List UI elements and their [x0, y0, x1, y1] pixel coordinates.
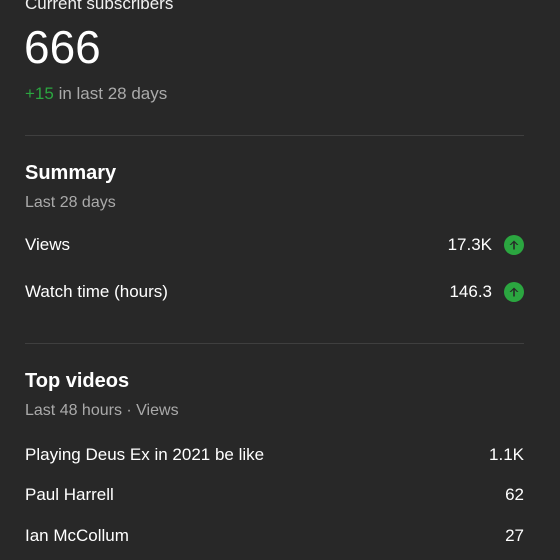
subscriber-delta: +15 [25, 84, 54, 103]
channel-analytics-card: Current subscribers 666 +15 in last 28 d… [0, 0, 560, 560]
summary-row-watch-time: Watch time (hours) 146.3 [25, 280, 524, 304]
top-videos-period: Last 48 hours · Views [25, 402, 179, 419]
summary-row-label: Views [25, 235, 71, 254]
summary-row-value: 146.3 [449, 282, 492, 301]
summary-period: Last 28 days [25, 194, 116, 211]
summary-title: Summary [25, 162, 117, 184]
subscriber-change: +15 in last 28 days [25, 84, 167, 104]
video-title[interactable]: Ian McCollum [25, 526, 505, 546]
top-videos-title: Top videos [25, 370, 130, 392]
video-views: 62 [505, 485, 524, 504]
divider [25, 343, 524, 344]
video-title[interactable]: Paul Harrell [25, 485, 505, 505]
subscribers-label: Current subscribers [25, 0, 174, 13]
top-video-row[interactable]: Playing Deus Ex in 2021 be like 1.1K [25, 443, 524, 467]
top-video-row[interactable]: Paul Harrell 62 [25, 483, 524, 507]
video-title[interactable]: Playing Deus Ex in 2021 be like [25, 445, 489, 465]
top-video-row[interactable]: Ian McCollum 27 [25, 524, 524, 548]
video-views: 1.1K [489, 445, 524, 464]
divider [25, 135, 524, 136]
summary-row-label: Watch time (hours) [25, 282, 168, 301]
subscriber-delta-period: in last 28 days [53, 84, 168, 103]
video-views: 27 [505, 526, 524, 545]
up-arrow-icon [504, 235, 524, 255]
subscriber-count: 666 [24, 21, 101, 73]
up-arrow-icon [504, 282, 524, 302]
summary-row-views: Views 17.3K [25, 233, 524, 257]
summary-row-value: 17.3K [447, 235, 492, 254]
